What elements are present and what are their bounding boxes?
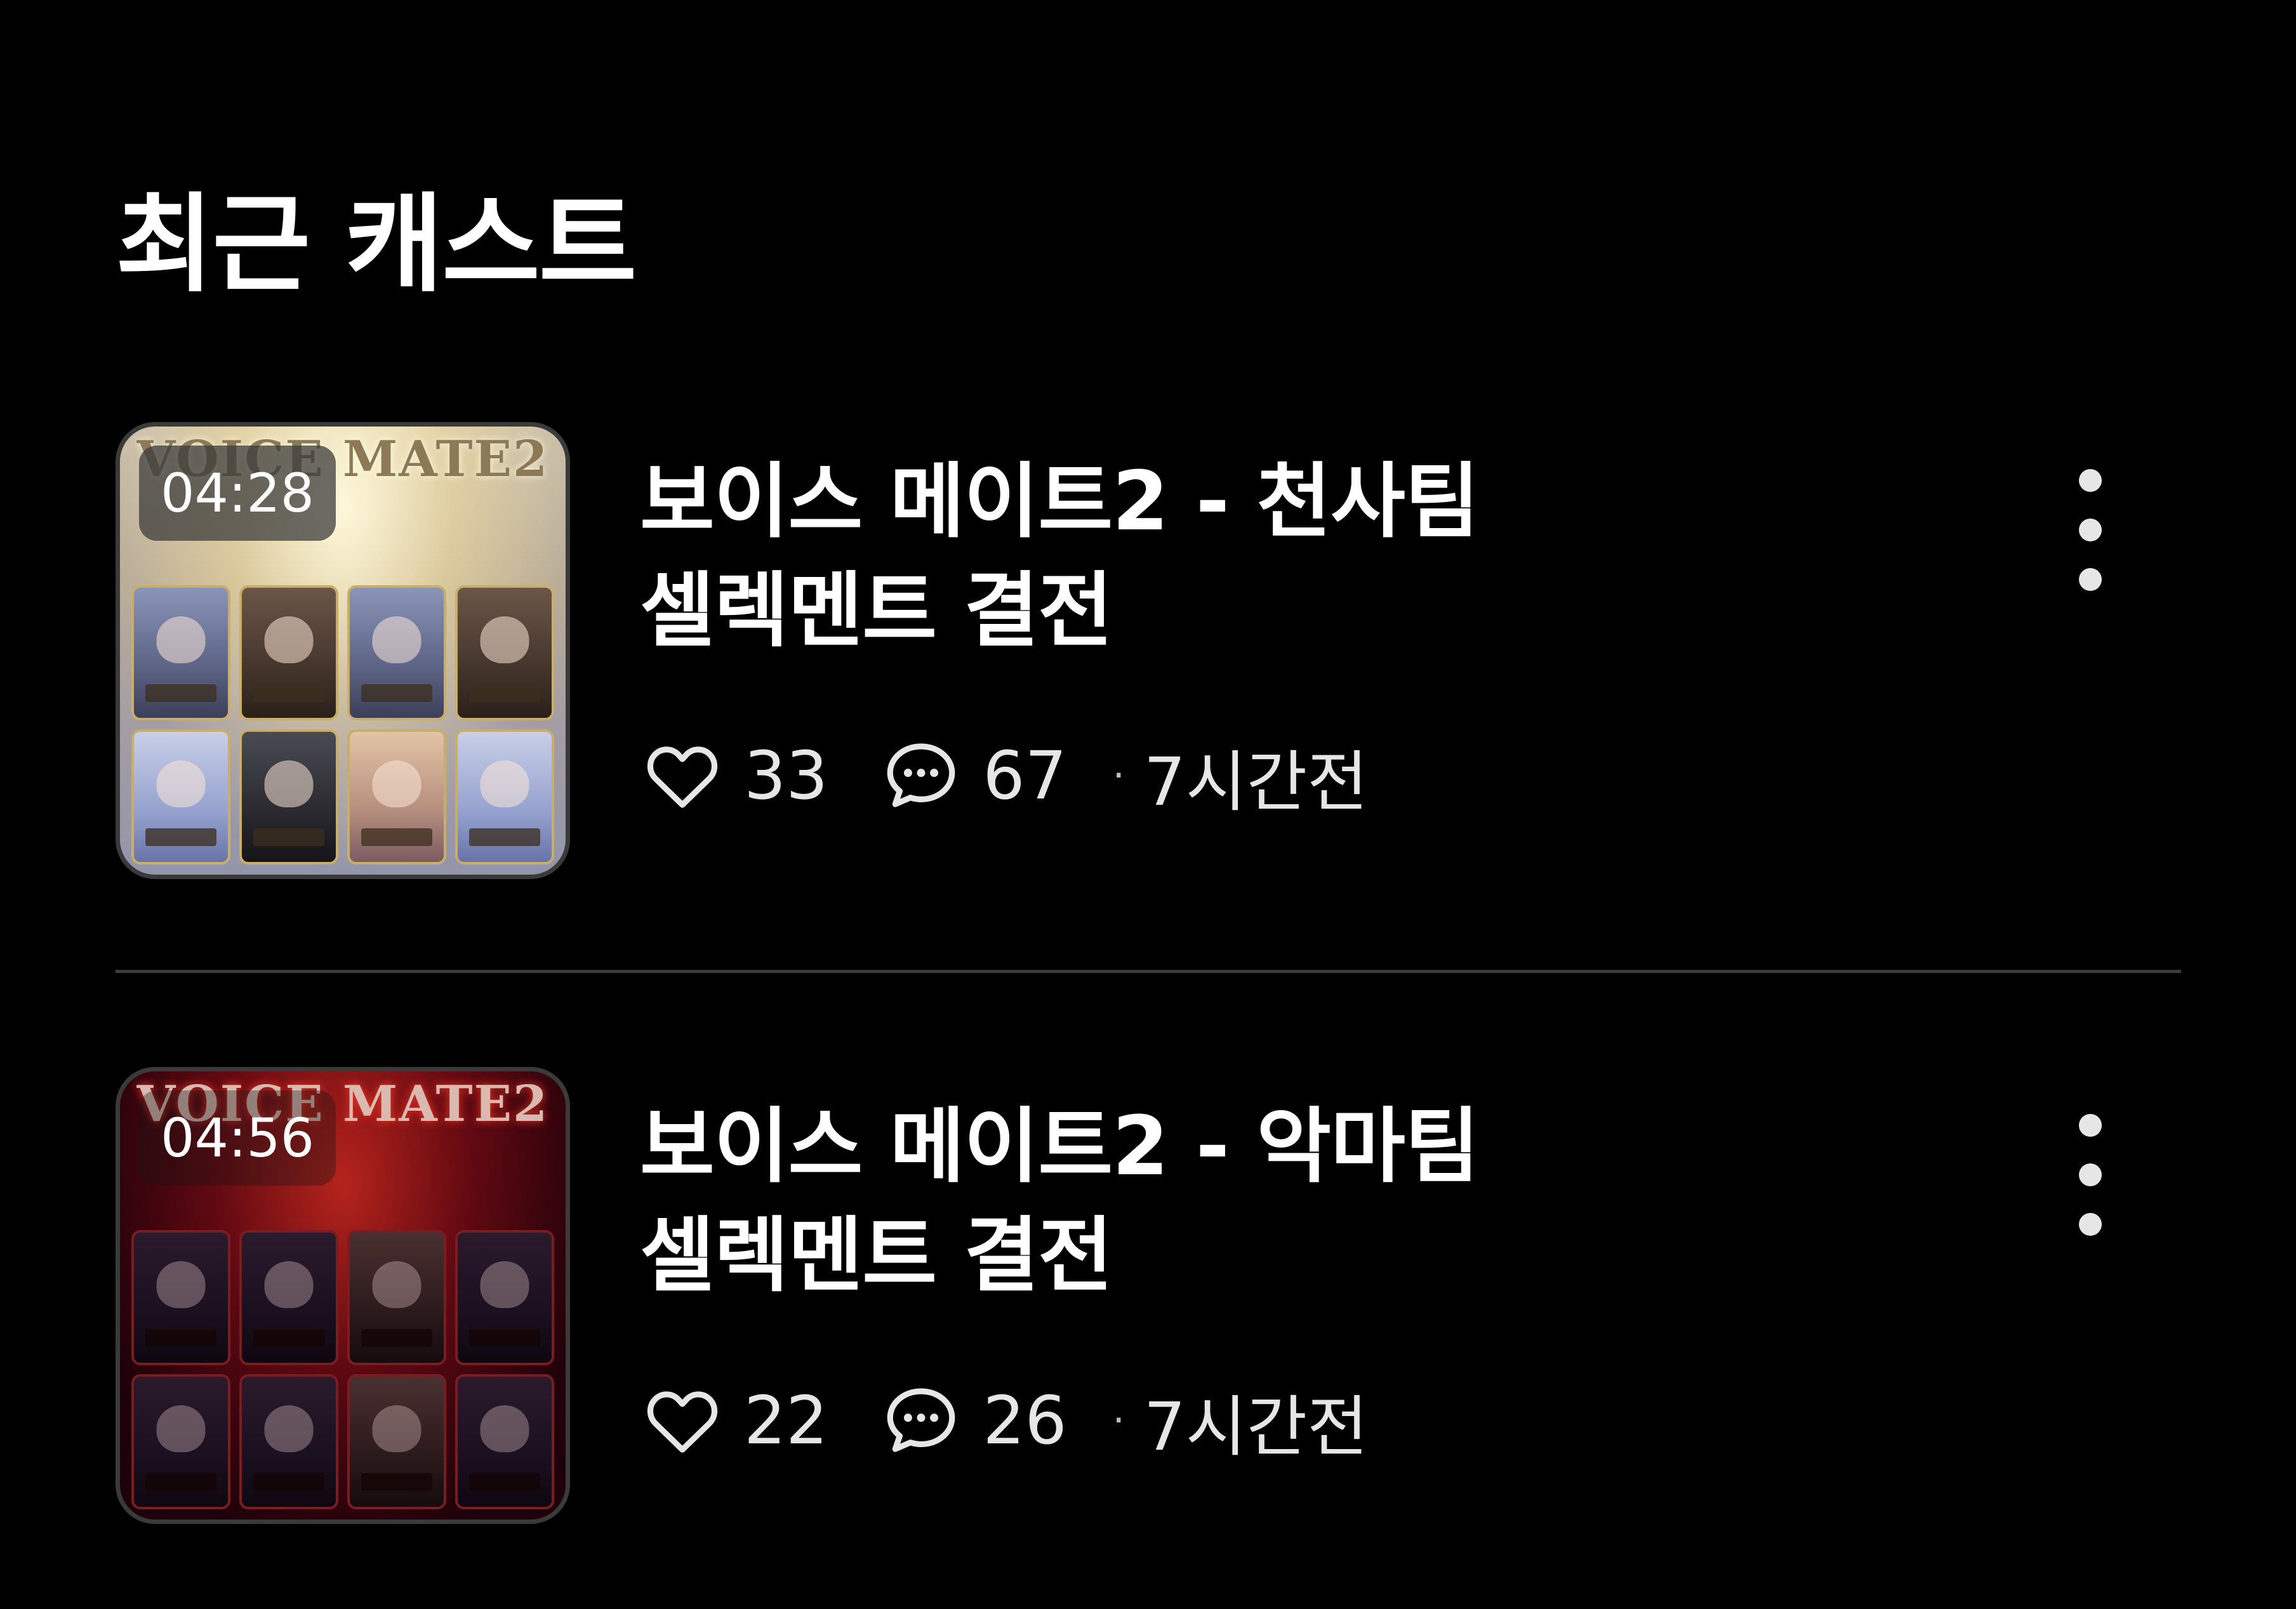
meta-separator: · bbox=[1112, 1398, 1125, 1443]
cast-meta-row: 22 26 · 7시간전 bbox=[641, 1373, 1368, 1468]
cast-title-line: 보이스 메이트2 - 악마팀 bbox=[640, 1099, 1480, 1194]
like-count: 22 bbox=[744, 1382, 828, 1459]
divider bbox=[116, 970, 2181, 973]
character-card bbox=[347, 585, 446, 720]
cast-title[interactable]: 보이스 메이트2 - 악마팀 셀렉멘트 결전 bbox=[640, 1092, 1592, 1311]
character-card bbox=[131, 729, 230, 864]
character-card bbox=[455, 585, 554, 720]
cast-list-item[interactable]: VOICE MATE2 04:28 보이스 메이트2 - 천사팀 셀렉멘트 결전… bbox=[0, 422, 2296, 892]
cast-thumbnail[interactable]: VOICE MATE2 04:28 bbox=[116, 422, 570, 879]
character-card bbox=[347, 1230, 446, 1365]
meta-separator: · bbox=[1112, 753, 1125, 798]
cast-list-item[interactable]: VOICE MATE2 04:56 보이스 메이트2 - 악마팀 셀렉멘트 결전… bbox=[0, 1067, 2296, 1537]
character-card-grid bbox=[131, 585, 554, 864]
cast-thumbnail[interactable]: VOICE MATE2 04:56 bbox=[116, 1067, 570, 1524]
character-card bbox=[455, 1230, 554, 1365]
section-title: 최근 캐스트 bbox=[116, 182, 637, 307]
comment-count: 67 bbox=[983, 737, 1067, 814]
cast-title-line: 보이스 메이트2 - 천사팀 bbox=[640, 454, 1480, 549]
character-card bbox=[347, 729, 446, 864]
speech-bubble-ellipsis-icon[interactable] bbox=[880, 1379, 962, 1462]
character-card bbox=[239, 585, 338, 720]
character-card bbox=[239, 1374, 338, 1509]
cast-title[interactable]: 보이스 메이트2 - 천사팀 셀렉멘트 결전 bbox=[640, 447, 1592, 666]
speech-bubble-ellipsis-icon[interactable] bbox=[880, 734, 962, 817]
character-card bbox=[239, 1230, 338, 1365]
cast-title-line: 셀렉멘트 결전 bbox=[640, 1208, 1113, 1303]
character-card bbox=[455, 1374, 554, 1509]
character-card bbox=[131, 1230, 230, 1365]
duration-badge: 04:56 bbox=[139, 1090, 336, 1186]
duration-badge: 04:28 bbox=[139, 446, 336, 541]
character-card bbox=[131, 1374, 230, 1509]
heart-outline-icon[interactable] bbox=[641, 1379, 724, 1462]
character-card bbox=[131, 585, 230, 720]
more-options-button[interactable] bbox=[2049, 460, 2132, 600]
like-count: 33 bbox=[744, 737, 828, 814]
cast-meta-row: 33 67 · 7시간전 bbox=[641, 728, 1368, 823]
time-ago: 7시간전 bbox=[1143, 743, 1368, 821]
comment-count: 26 bbox=[983, 1382, 1067, 1459]
character-card bbox=[239, 729, 338, 864]
character-card bbox=[455, 729, 554, 864]
heart-outline-icon[interactable] bbox=[641, 734, 724, 817]
character-card bbox=[347, 1374, 446, 1509]
cast-title-line: 셀렉멘트 결전 bbox=[640, 564, 1113, 658]
vertical-ellipsis-icon bbox=[2079, 469, 2102, 492]
time-ago: 7시간전 bbox=[1143, 1387, 1368, 1466]
character-card-grid bbox=[131, 1230, 554, 1509]
more-options-button[interactable] bbox=[2049, 1105, 2132, 1245]
vertical-ellipsis-icon bbox=[2079, 1114, 2102, 1137]
